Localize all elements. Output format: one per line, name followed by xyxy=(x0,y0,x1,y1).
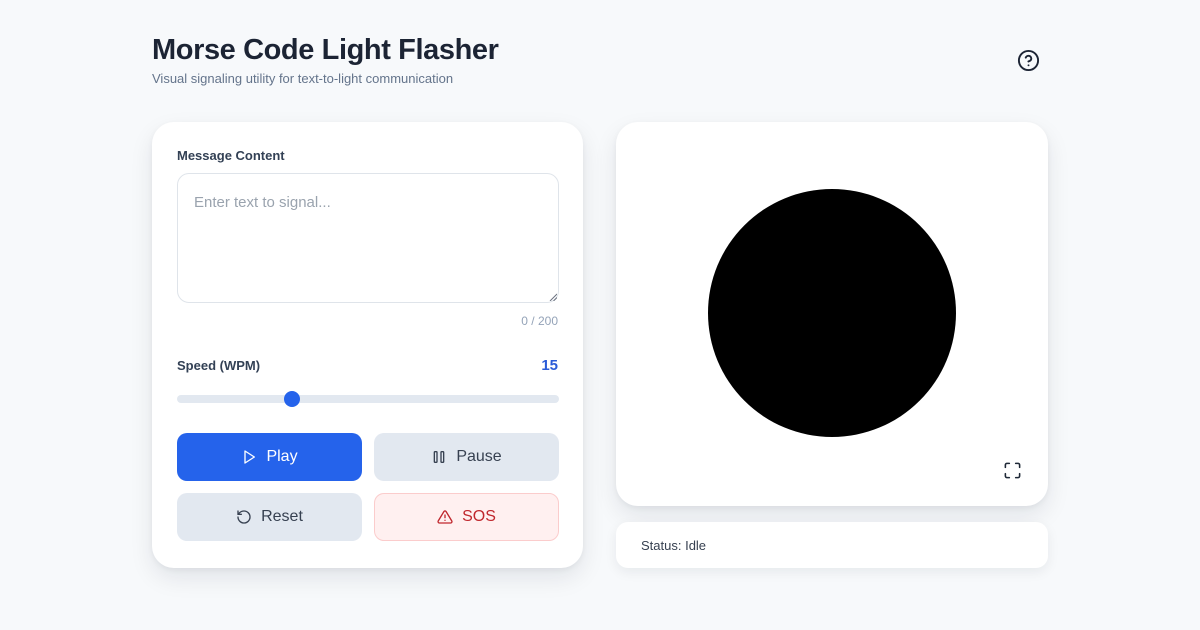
page-title: Morse Code Light Flasher xyxy=(152,34,499,66)
speed-label: Speed (WPM) xyxy=(177,358,261,373)
page-subtitle: Visual signaling utility for text-to-lig… xyxy=(152,71,454,86)
message-label: Message Content xyxy=(177,148,285,163)
pause-button[interactable]: Pause xyxy=(374,433,559,481)
resize-grip-icon[interactable] xyxy=(549,293,557,301)
sos-button[interactable]: SOS xyxy=(374,493,559,541)
rotate-ccw-icon xyxy=(237,510,251,524)
message-input[interactable] xyxy=(177,173,559,303)
sos-label: SOS xyxy=(462,508,496,525)
help-circle-icon xyxy=(1017,49,1039,71)
alert-triangle-icon xyxy=(437,510,453,524)
speed-value: 15 xyxy=(541,357,558,374)
signal-light xyxy=(708,189,956,437)
char-counter: 0 / 200 xyxy=(521,314,558,328)
play-button[interactable]: Play xyxy=(177,433,362,481)
app-root: Morse Code Light Flasher Visual signalin… xyxy=(0,0,1200,630)
help-button[interactable] xyxy=(1016,48,1040,72)
reset-label: Reset xyxy=(261,508,303,525)
reset-button[interactable]: Reset xyxy=(177,493,362,541)
status-bar: Status: Idle xyxy=(616,522,1048,568)
pause-icon xyxy=(433,451,445,463)
light-display-panel xyxy=(616,122,1048,506)
control-panel: Message Content 0 / 200 Speed (WPM) 15 P… xyxy=(152,122,583,568)
play-icon xyxy=(244,450,256,464)
status-text: Status: Idle xyxy=(641,537,707,553)
play-label: Play xyxy=(266,448,298,465)
pause-label: Pause xyxy=(456,448,502,465)
speed-slider[interactable] xyxy=(177,391,559,407)
speed-slider-thumb[interactable] xyxy=(283,391,300,407)
page-header: Morse Code Light Flasher Visual signalin… xyxy=(152,32,1048,92)
fullscreen-icon xyxy=(1004,462,1020,478)
fullscreen-button[interactable] xyxy=(1002,460,1022,480)
